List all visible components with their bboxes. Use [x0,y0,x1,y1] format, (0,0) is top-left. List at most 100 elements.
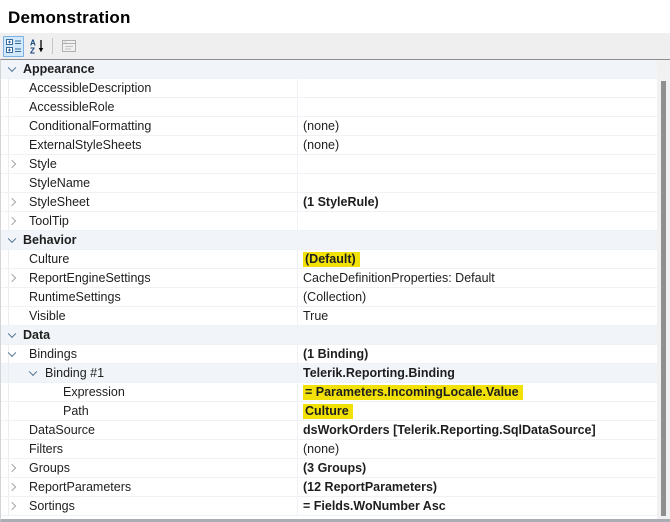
property-value-cell[interactable] [298,155,657,173]
property-name-cell: ExternalStyleSheets [1,136,298,154]
property-value-cell[interactable]: Telerik.Reporting.Binding [298,364,657,382]
chevron-down-icon[interactable] [8,64,16,72]
property-row[interactable]: Sortings = Fields.WoNumber Asc [1,497,657,516]
property-value-cell[interactable] [298,98,657,116]
property-name-cell: ToolTip [1,212,298,230]
property-value-cell[interactable]: (none) [298,117,657,135]
property-name: StyleSheet [29,195,89,209]
property-value-cell[interactable]: CacheDefinitionProperties: Default [298,269,657,287]
property-value-cell[interactable]: (1 Binding) [298,345,657,363]
property-value-cell[interactable]: dsWorkOrders [Telerik.Reporting.SqlDataS… [298,421,657,439]
property-row[interactable]: AccessibleRole [1,98,657,117]
property-row[interactable]: ReportEngineSettings CacheDefinitionProp… [1,269,657,288]
property-name: Behavior [23,233,77,247]
property-row[interactable]: Bindings (1 Binding) [1,345,657,364]
property-row[interactable]: DataSource dsWorkOrders [Telerik.Reporti… [1,421,657,440]
property-name: ReportEngineSettings [29,271,151,285]
category-row[interactable]: Appearance [1,60,657,79]
property-value: (none) [303,138,339,152]
property-name-cell: Sortings [1,497,298,515]
chevron-down-icon[interactable] [29,368,37,376]
property-row[interactable]: Style [1,155,657,174]
property-name-cell: Appearance [1,60,298,78]
property-value-cell[interactable] [298,60,657,78]
property-row[interactable]: StyleName [1,174,657,193]
property-name-cell: DataSource [1,421,298,439]
property-row[interactable]: ExternalStyleSheets (none) [1,136,657,155]
property-value-cell[interactable] [298,326,657,344]
property-value: (Default) [303,252,360,267]
chevron-right-icon[interactable] [8,198,16,206]
property-value: (none) [303,119,339,133]
vertical-scrollbar[interactable] [657,60,670,519]
property-value-cell[interactable] [298,174,657,192]
property-value: (Collection) [303,290,366,304]
property-value-cell[interactable]: (none) [298,440,657,458]
chevron-down-icon[interactable] [8,349,16,357]
property-row[interactable]: Culture (Default) [1,250,657,269]
property-name: ReportParameters [29,480,131,494]
property-value-cell[interactable]: Culture [298,402,657,420]
property-row[interactable]: Visible True [1,307,657,326]
chevron-right-icon[interactable] [8,483,16,491]
scrollbar-thumb[interactable] [661,81,666,516]
property-row[interactable]: StyleSheet (1 StyleRule) [1,193,657,212]
property-value-cell[interactable] [298,212,657,230]
property-value-cell[interactable]: (Collection) [298,288,657,306]
property-value-cell[interactable] [298,231,657,249]
property-value: (none) [303,442,339,456]
property-pages-button[interactable] [58,36,79,57]
property-value: (12 ReportParameters) [303,480,437,494]
property-row[interactable]: Filters (none) [1,440,657,459]
property-value-cell[interactable]: = Parameters.IncomingLocale.Value [298,383,657,401]
property-name: ToolTip [29,214,69,228]
property-row[interactable]: ReportParameters (12 ReportParameters) [1,478,657,497]
property-grid-window: Demonstration A Z [0,0,670,522]
property-name: ConditionalFormatting [29,119,151,133]
chevron-right-icon[interactable] [8,160,16,168]
property-name: RuntimeSettings [29,290,121,304]
property-value-cell[interactable] [298,79,657,97]
property-name: Path [63,404,89,418]
property-row[interactable]: ConditionalFormatting (none) [1,117,657,136]
chevron-down-icon[interactable] [8,330,16,338]
property-value-cell[interactable]: (12 ReportParameters) [298,478,657,496]
property-row[interactable]: ToolTip [1,212,657,231]
property-name-cell: ConditionalFormatting [1,117,298,135]
property-name-cell: ReportEngineSettings [1,269,298,287]
property-row[interactable]: RuntimeSettings (Collection) [1,288,657,307]
category-row[interactable]: Behavior [1,231,657,250]
property-value-cell[interactable]: (1 StyleRule) [298,193,657,211]
property-name-cell: Data [1,326,298,344]
toolbar-separator [52,38,53,54]
chevron-down-icon[interactable] [8,235,16,243]
property-value-cell[interactable]: True [298,307,657,325]
alphabetical-sort-button[interactable]: A Z [26,36,47,57]
chevron-right-icon[interactable] [8,502,16,510]
property-name-cell: Expression [1,383,298,401]
property-row[interactable]: Path Culture [1,402,657,421]
property-value-cell[interactable]: (none) [298,136,657,154]
property-name: Bindings [29,347,77,361]
property-row[interactable]: Expression = Parameters.IncomingLocale.V… [1,383,657,402]
property-name: Groups [29,461,70,475]
chevron-right-icon[interactable] [8,274,16,282]
property-value: (3 Groups) [303,461,366,475]
property-value-cell[interactable]: = Fields.WoNumber Asc [298,497,657,515]
property-value: Culture [303,404,353,419]
property-name: AccessibleDescription [29,81,151,95]
property-name-cell: StyleSheet [1,193,298,211]
categorized-view-button[interactable] [3,36,24,57]
chevron-right-icon[interactable] [8,217,16,225]
property-row[interactable]: AccessibleDescription [1,79,657,98]
property-value: CacheDefinitionProperties: Default [303,271,495,285]
chevron-right-icon[interactable] [8,464,16,472]
title-bar: Demonstration [0,0,670,33]
property-name: Binding #1 [45,366,104,380]
property-value-cell[interactable]: (3 Groups) [298,459,657,477]
property-name-cell: AccessibleDescription [1,79,298,97]
category-row[interactable]: Data [1,326,657,345]
property-row[interactable]: Binding #1 Telerik.Reporting.Binding [1,364,657,383]
property-row[interactable]: Groups (3 Groups) [1,459,657,478]
property-value-cell[interactable]: (Default) [298,250,657,268]
